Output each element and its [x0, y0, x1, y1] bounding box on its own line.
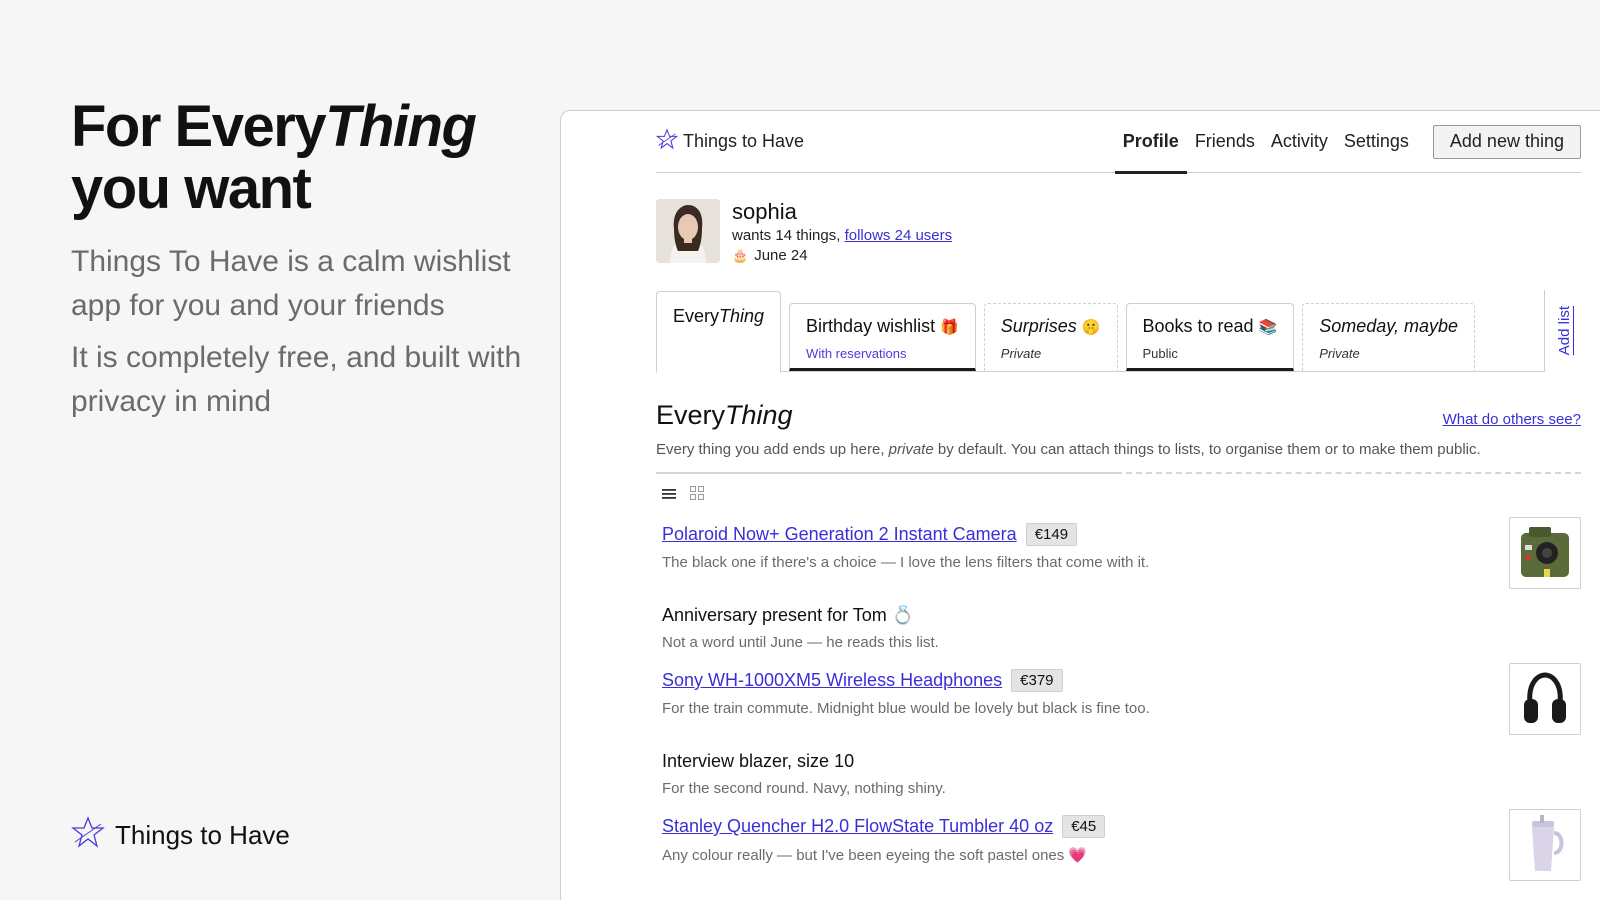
- item-description: Not a word until June — he reads this li…: [662, 634, 939, 651]
- shush-icon: 🤫: [1081, 318, 1101, 336]
- list-item: Sony WH-1000XM5 Wireless Headphones €379…: [662, 663, 1581, 745]
- tab-everything[interactable]: EveryThing: [656, 290, 782, 373]
- section-header: EveryThing What do others see?: [656, 400, 1581, 431]
- top-nav: Things to Have Profile Friends Activity …: [655, 111, 1581, 174]
- tab-surprises[interactable]: Surprises 🤫 Private: [983, 303, 1118, 371]
- what-do-others-see-link[interactable]: What do others see?: [1443, 411, 1581, 428]
- add-list-link[interactable]: Add list: [1556, 306, 1573, 355]
- add-list-area: Add list: [1544, 290, 1584, 372]
- username: sophia: [732, 199, 797, 224]
- item-title: Interview blazer, size 10: [662, 751, 855, 771]
- list-tabs: EveryThing Birthday wishlist 🎁 With reser…: [656, 290, 1573, 373]
- app-brand-name: Things to Have: [683, 131, 805, 151]
- headphones-icon[interactable]: [1509, 663, 1581, 735]
- app-brand[interactable]: Things to Have: [655, 128, 805, 155]
- books-icon: 📚: [1258, 318, 1278, 336]
- item-title-link[interactable]: Sony WH-1000XM5 Wireless Headphones: [662, 670, 1002, 691]
- view-toggle: [656, 486, 1581, 505]
- hero-paragraph-1: Things To Have is a calm wishlist app fo…: [71, 245, 511, 322]
- item-description: For the train commute. Midnight blue wou…: [662, 700, 1150, 717]
- hero-paragraph-2: It is completely free, and built with pr…: [71, 341, 522, 418]
- section-divider: [656, 472, 1581, 474]
- nav-activity[interactable]: Activity: [1263, 111, 1336, 172]
- add-new-thing-button[interactable]: Add new thing: [1432, 124, 1581, 159]
- tab-someday-maybe[interactable]: Someday, maybe Private: [1302, 303, 1476, 371]
- section-description: Every thing you add ends up here, privat…: [656, 441, 1481, 458]
- list-item: Anniversary present for Tom 💍 Not a word…: [662, 599, 1581, 663]
- nav-friends[interactable]: Friends: [1187, 111, 1263, 172]
- gift-icon: 🎁: [940, 318, 959, 336]
- tumbler-icon[interactable]: [1509, 809, 1581, 881]
- tab-books-to-read[interactable]: Books to read 📚 Public: [1125, 303, 1295, 371]
- grid-view-icon[interactable]: [690, 486, 704, 505]
- footer-brand-name: Things to Have: [115, 820, 290, 850]
- nav-profile[interactable]: Profile: [1114, 111, 1187, 174]
- user-stats: wants 14 things, follows 24 users: [732, 227, 953, 244]
- item-title-link[interactable]: Stanley Quencher H2.0 FlowState Tumbler …: [662, 816, 1053, 837]
- cake-icon: 🎂: [732, 247, 749, 263]
- item-description: The black one if there's a choice — I lo…: [662, 554, 1150, 571]
- thing-list: Polaroid Now+ Generation 2 Instant Camer…: [656, 517, 1581, 891]
- price-badge: €149: [1025, 523, 1078, 546]
- list-item: Polaroid Now+ Generation 2 Instant Camer…: [662, 517, 1581, 599]
- price-badge: €379: [1011, 669, 1063, 692]
- hero: For EveryThing you want Things To Have i…: [71, 96, 541, 424]
- hero-title: For EveryThing you want: [71, 94, 477, 221]
- avatar[interactable]: [656, 199, 720, 263]
- list-item: Interview blazer, size 10 For the second…: [662, 745, 1581, 809]
- footer-brand[interactable]: Things to Have: [71, 816, 290, 855]
- user-birthday: 🎂 June 24: [732, 247, 808, 264]
- price-badge: €45: [1062, 815, 1106, 838]
- app-preview: Things to Have Profile Friends Activity …: [560, 110, 1600, 900]
- star-outline-icon: [71, 816, 105, 855]
- follows-link[interactable]: follows 24 users: [845, 227, 953, 244]
- list-item: Stanley Quencher H2.0 FlowState Tumbler …: [662, 809, 1581, 891]
- camera-icon[interactable]: [1509, 517, 1581, 589]
- profile-header: sophia wants 14 things, follows 24 users…: [656, 199, 1581, 264]
- list-view-icon[interactable]: [662, 487, 676, 505]
- nav-settings[interactable]: Settings: [1336, 111, 1417, 172]
- item-description: Any colour really — but I've been eyeing…: [662, 847, 1088, 864]
- item-title-link[interactable]: Polaroid Now+ Generation 2 Instant Camer…: [662, 524, 1017, 545]
- star-outline-icon: [655, 128, 679, 155]
- tab-birthday-wishlist[interactable]: Birthday wishlist 🎁 With reservations: [789, 303, 976, 371]
- section-title: EveryThing: [656, 400, 793, 430]
- item-description: For the second round. Navy, nothing shin…: [662, 780, 946, 797]
- item-title: Anniversary present for Tom 💍: [662, 605, 915, 625]
